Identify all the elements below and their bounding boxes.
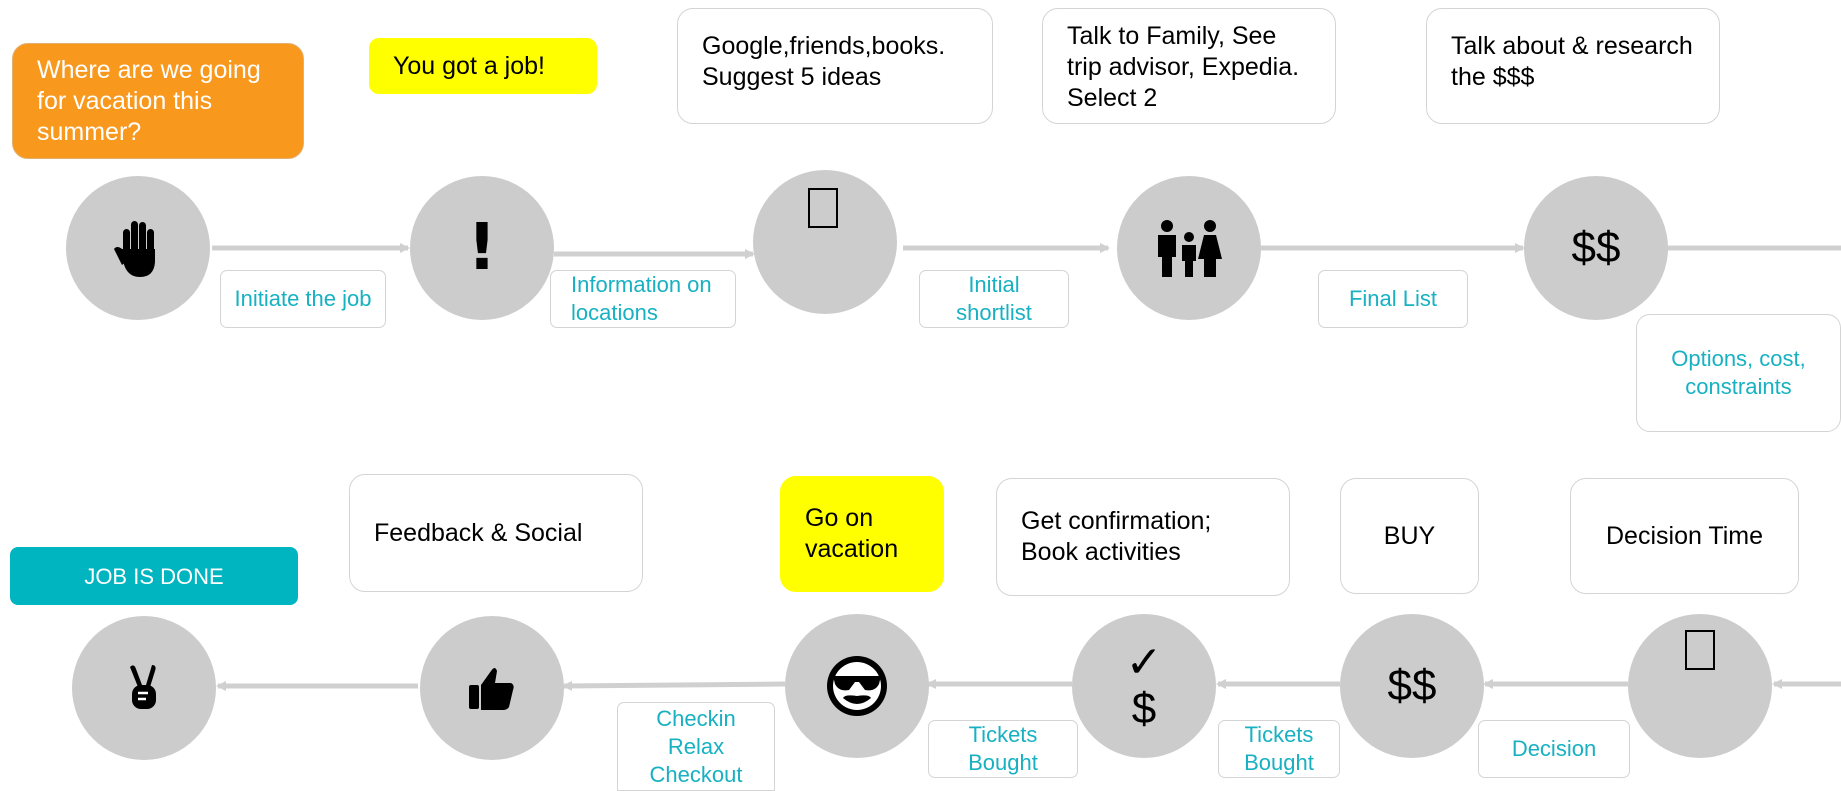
step-circle <box>420 616 564 760</box>
step-label: Tickets Bought <box>928 720 1078 778</box>
check-icon: ✓ <box>1125 638 1163 687</box>
step-circle <box>66 176 210 320</box>
step-label: Information on locations <box>550 270 736 328</box>
job-done-box: JOB IS DONE <box>10 547 298 605</box>
step-note-box: Decision Time <box>1570 478 1799 594</box>
step-label: Decision <box>1478 720 1630 778</box>
start-question-box: Where are we going for vacation this sum… <box>12 43 304 159</box>
step-note-box: Go on vacation <box>780 476 944 592</box>
step-label: Tickets Bought <box>1218 720 1340 778</box>
step-circle: $$ <box>1340 614 1484 758</box>
victory-hand-icon <box>130 665 156 709</box>
step-label: Initial shortlist <box>919 270 1069 328</box>
step-note-box: Talk to Family, See trip advisor, Expedi… <box>1042 8 1336 124</box>
step-circle <box>72 616 216 760</box>
step-note-box: Talk about & research the $$$ <box>1426 8 1720 124</box>
step-circle <box>1117 176 1261 320</box>
family-icon <box>1158 220 1222 277</box>
money-icon: $$ <box>1571 223 1621 272</box>
raised-hand-icon <box>114 221 155 277</box>
step-circle: ✓ $ <box>1072 614 1216 758</box>
step-circle: $$ <box>1524 176 1668 320</box>
placeholder-icon <box>808 188 838 228</box>
money-icon: $$ <box>1387 661 1437 710</box>
arrow-10 <box>562 680 786 691</box>
step-label: Checkin Relax Checkout <box>617 702 775 791</box>
thumbs-up-icon <box>469 668 514 710</box>
step-circle: ! <box>410 176 554 320</box>
sunglasses-face-icon <box>827 656 887 716</box>
step-circle <box>753 170 897 314</box>
step-label: Options, cost, constraints <box>1636 314 1841 432</box>
step-note-box: Get confirmation; Book activities <box>996 478 1290 596</box>
step-note-box: Google,friends,books. Suggest 5 ideas <box>677 8 993 124</box>
step-circle <box>785 614 929 758</box>
step-note-box: Feedback & Social <box>349 474 643 592</box>
exclamation-icon: ! <box>467 211 497 285</box>
step-label: Initiate the job <box>220 270 386 328</box>
step-circle <box>1628 614 1772 758</box>
trigger-box: You got a job! <box>369 38 597 94</box>
placeholder-icon <box>1685 630 1715 670</box>
step-label: Final List <box>1318 270 1468 328</box>
dollar-icon: $ <box>1131 684 1157 733</box>
step-note-box: BUY <box>1340 478 1479 594</box>
